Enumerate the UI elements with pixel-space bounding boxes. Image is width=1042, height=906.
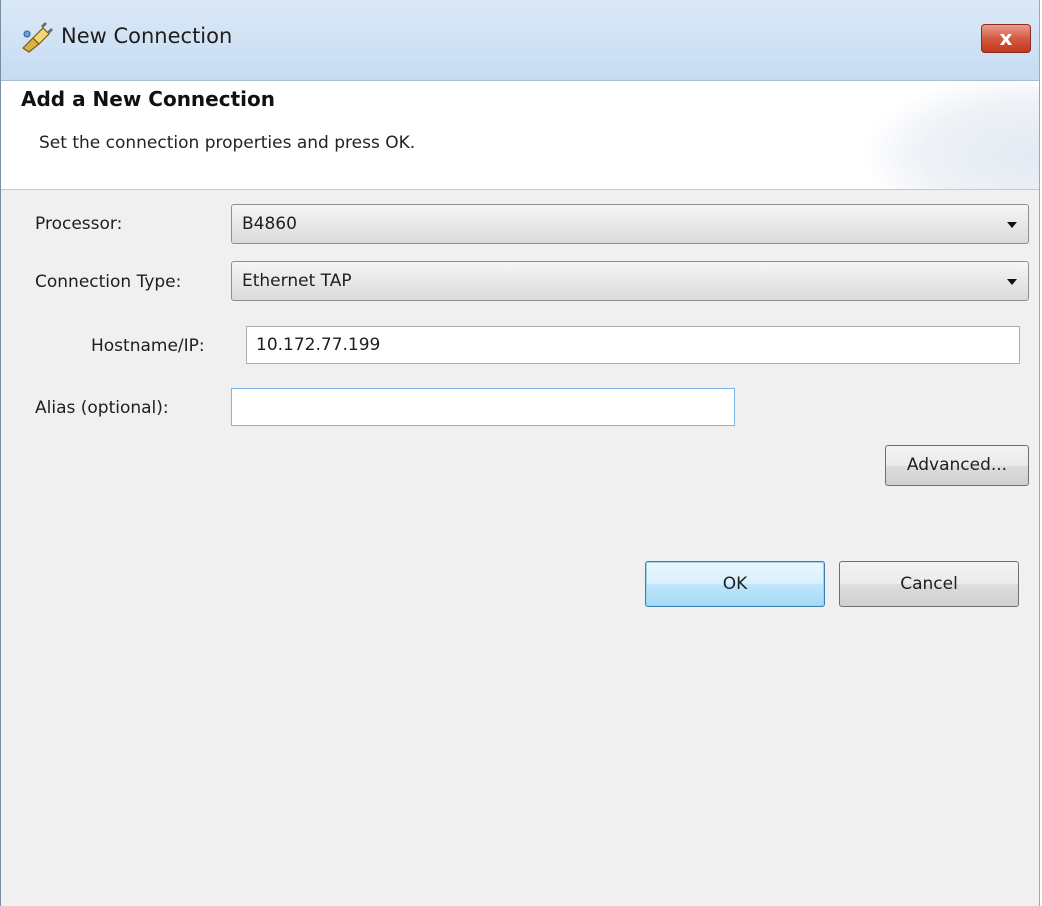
- cancel-button[interactable]: Cancel: [839, 561, 1019, 607]
- chevron-down-icon: [1007, 222, 1017, 228]
- header-banner: Add a New Connection Set the connection …: [1, 81, 1039, 190]
- window-title: New Connection: [61, 24, 233, 48]
- alias-field[interactable]: [231, 388, 735, 426]
- alias-label: Alias (optional):: [35, 398, 169, 418]
- close-icon: x: [999, 26, 1013, 50]
- title-bar[interactable]: New Connection x: [1, 0, 1039, 81]
- advanced-button[interactable]: Advanced...: [885, 445, 1029, 486]
- hostname-field[interactable]: [246, 326, 1020, 364]
- page-title: Add a New Connection: [21, 87, 275, 111]
- hostname-label: Hostname/IP:: [91, 336, 205, 356]
- processor-value: B4860: [242, 214, 297, 234]
- processor-label: Processor:: [35, 214, 123, 234]
- chevron-down-icon: [1007, 279, 1017, 285]
- hostname-input[interactable]: [247, 327, 1019, 363]
- connection-type-select[interactable]: Ethernet TAP: [231, 261, 1029, 301]
- new-connection-dialog: New Connection x Add a New Connection Se…: [0, 0, 1040, 906]
- close-button[interactable]: x: [981, 24, 1031, 53]
- connection-type-value: Ethernet TAP: [242, 271, 352, 291]
- connection-type-label: Connection Type:: [35, 272, 182, 292]
- page-description: Set the connection properties and press …: [39, 133, 416, 153]
- connection-plug-icon: [19, 22, 55, 54]
- alias-input[interactable]: [232, 389, 734, 425]
- banner-decoration: [859, 81, 1039, 189]
- ok-button[interactable]: OK: [645, 561, 825, 607]
- processor-select[interactable]: B4860: [231, 204, 1029, 244]
